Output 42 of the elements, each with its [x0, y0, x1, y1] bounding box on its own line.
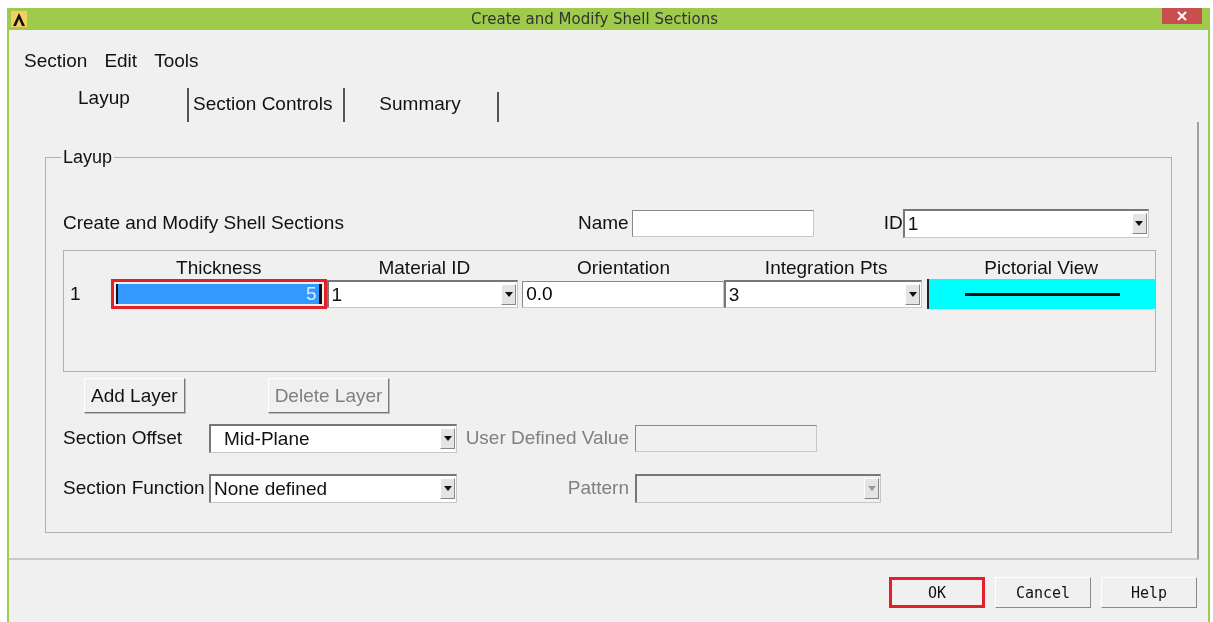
column-header: Pictorial View	[983, 257, 1100, 279]
caret-icon[interactable]	[1131, 213, 1147, 234]
window-title: Create and Modify Shell Sections	[470, 10, 719, 28]
user-defined-value-field[interactable]	[635, 424, 817, 452]
field-label: Pattern	[566, 477, 629, 499]
menu-item[interactable]: Tools	[154, 50, 199, 72]
column-header: Material ID	[377, 257, 472, 279]
integration-pts-dropdown[interactable]: 3	[723, 280, 923, 308]
caret-icon[interactable]	[905, 284, 921, 305]
field-label: Section Function	[63, 477, 206, 499]
field-label: Section Offset	[63, 427, 183, 449]
tab[interactable]: Section Controls	[187, 88, 343, 122]
orientation-field[interactable]: 0.0	[522, 280, 724, 308]
section-offset-dropdown[interactable]: Mid-Plane	[209, 423, 457, 453]
help-button[interactable]: Help	[1101, 577, 1197, 608]
caret-icon[interactable]	[440, 478, 455, 499]
menu-item[interactable]: Section	[24, 50, 88, 72]
close-icon	[1177, 11, 1187, 21]
caret-icon[interactable]	[501, 284, 517, 305]
cancel-button[interactable]: Cancel	[995, 577, 1091, 608]
section-function-dropdown[interactable]: None defined	[209, 473, 457, 503]
id-label: ID	[883, 212, 903, 234]
id-dropdown[interactable]: 1	[902, 208, 1149, 238]
tab[interactable]: Layup	[65, 82, 187, 116]
column-header: Thickness	[175, 257, 263, 279]
menu-item[interactable]: Edit	[104, 50, 138, 72]
group-label: Layup	[62, 147, 114, 168]
close-button[interactable]	[1162, 8, 1202, 24]
logo-icon	[11, 11, 27, 27]
add-layer-button[interactable]: Add Layer	[84, 378, 185, 413]
field-label: User Defined Value	[464, 427, 629, 449]
pattern-dropdown[interactable]	[635, 473, 881, 503]
layer-line-icon	[964, 292, 1120, 296]
name-field[interactable]	[631, 209, 814, 237]
column-header: Orientation	[576, 257, 671, 279]
ok-button[interactable]: OK	[889, 577, 985, 608]
row-number: 1	[69, 283, 82, 305]
name-label: Name	[578, 212, 629, 234]
caret-icon[interactable]	[440, 428, 455, 449]
material-id-dropdown[interactable]: 1	[326, 280, 519, 308]
section-heading: Create and Modify Shell Sections	[63, 212, 345, 234]
column-header: Integration Pts	[763, 257, 889, 279]
